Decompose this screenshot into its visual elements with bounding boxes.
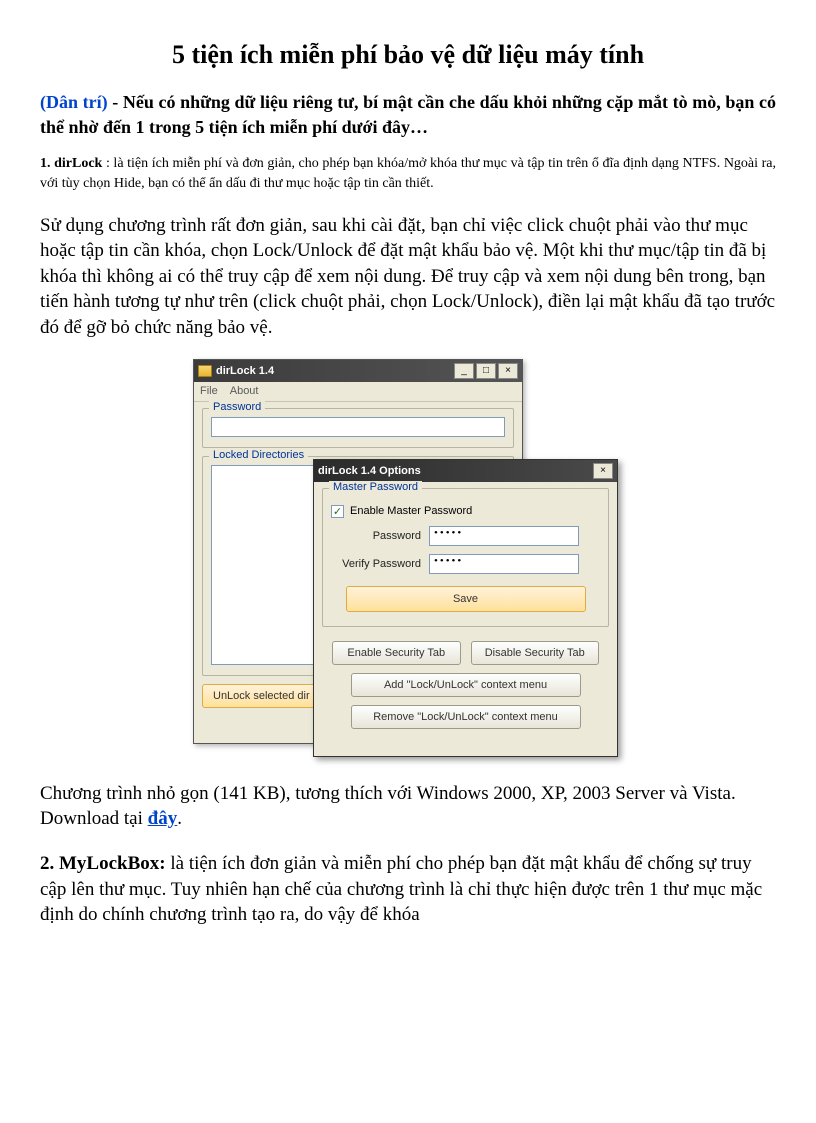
para2-b: . [177,808,182,829]
dirlock-options-window: dirLock 1.4 Options × Master Password ✓ … [313,459,618,757]
password-label: Password [331,530,421,542]
main-window-title: dirLock 1.4 [216,365,452,377]
verify-password-label: Verify Password [331,558,421,570]
page-title: 5 tiện ích miễn phí bảo vệ dữ liệu máy t… [40,40,776,70]
menu-about[interactable]: About [230,385,259,397]
para2-a: Chương trình nhỏ gọn (141 KB), tương thí… [40,783,736,830]
minimize-button[interactable]: _ [454,363,474,379]
security-tab-row: Enable Security Tab Disable Security Tab [322,641,609,665]
remove-context-menu-button[interactable]: Remove "Lock/UnLock" context menu [351,705,581,729]
menu-file[interactable]: File [200,385,218,397]
item-2-label: 2. MyLockBox: [40,853,166,874]
download-link[interactable]: đây [148,808,178,829]
options-close-button[interactable]: × [593,463,613,479]
add-context-menu-button[interactable]: Add "Lock/UnLock" context menu [351,673,581,697]
verify-password-input[interactable]: ••••• [429,554,579,574]
master-password-group: Master Password ✓ Enable Master Password… [322,488,609,627]
disable-security-tab-button[interactable]: Disable Security Tab [471,641,600,665]
password-row: Password ••••• [331,526,600,546]
item-1-label: 1. dirLock [40,156,102,171]
enable-security-tab-button[interactable]: Enable Security Tab [332,641,461,665]
maximize-button[interactable]: □ [476,363,496,379]
password-group-label: Password [209,401,265,413]
password-input[interactable] [211,417,505,437]
close-button[interactable]: × [498,363,518,379]
verify-password-row: Verify Password ••••• [331,554,600,574]
enable-master-row: ✓ Enable Master Password [331,505,600,518]
item-1: 1. dirLock : là tiện ích miễn phí và đơn… [40,154,776,193]
master-password-label: Master Password [329,481,422,493]
master-password-input[interactable]: ••••• [429,526,579,546]
app-screenshot: dirLock 1.4 _ □ × File About Password Lo… [40,359,776,759]
paragraph-1: Sử dụng chương trình rất đơn giản, sau k… [40,213,776,341]
locked-dirs-label: Locked Directories [209,449,308,461]
remove-context-row: Remove "Lock/UnLock" context menu [322,705,609,729]
item-1-text: : là tiện ích miễn phí và đơn giản, cho … [40,156,776,191]
menubar: File About [194,382,522,402]
enable-master-checkbox[interactable]: ✓ [331,505,344,518]
intro-lead: (Dân trí) [40,92,108,112]
enable-master-label: Enable Master Password [350,505,472,517]
password-group: Password [202,408,514,448]
add-context-row: Add "Lock/UnLock" context menu [322,673,609,697]
main-titlebar: dirLock 1.4 _ □ × [194,360,522,382]
item-2: 2. MyLockBox: là tiện ích đơn giản và mi… [40,851,776,928]
folder-icon [198,365,212,377]
paragraph-2: Chương trình nhỏ gọn (141 KB), tương thí… [40,781,776,832]
unlock-button[interactable]: UnLock selected dir [202,684,321,708]
options-titlebar: dirLock 1.4 Options × [314,460,617,482]
intro-paragraph: (Dân trí) - Nếu có những dữ liệu riêng t… [40,90,776,140]
options-client-area: Master Password ✓ Enable Master Password… [314,482,617,735]
intro-rest: - Nếu có những dữ liệu riêng tư, bí mật … [40,92,776,137]
save-button[interactable]: Save [346,586,586,612]
options-window-title: dirLock 1.4 Options [318,465,591,477]
